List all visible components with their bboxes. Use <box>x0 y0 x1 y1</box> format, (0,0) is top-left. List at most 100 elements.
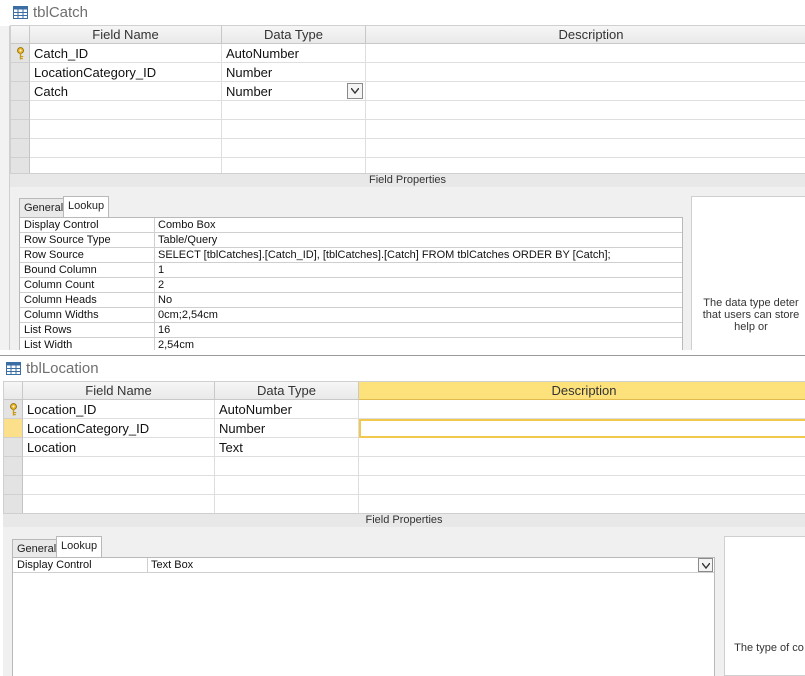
data-type-cell[interactable] <box>215 457 359 476</box>
property-value[interactable]: Table/Query <box>155 233 682 248</box>
field-row[interactable]: Catch_ID AutoNumber <box>11 44 805 63</box>
description-input[interactable] <box>359 419 805 438</box>
description-cell[interactable] <box>366 63 805 82</box>
tab-general[interactable]: General <box>19 198 69 217</box>
empty-field-row[interactable] <box>4 476 805 495</box>
field-name-cell[interactable]: Catch <box>30 82 222 101</box>
empty-field-row[interactable] <box>11 120 805 139</box>
field-row-current[interactable]: LocationCategory_ID Number <box>4 419 805 438</box>
header-data-type[interactable]: Data Type <box>222 26 366 44</box>
property-value[interactable]: 0cm;2,54cm <box>155 308 682 323</box>
description-cell[interactable] <box>359 400 805 419</box>
property-label: Column Count <box>20 278 155 293</box>
property-value[interactable]: 2,54cm <box>155 338 682 350</box>
property-value[interactable]: SELECT [tblCatches].[Catch_ID], [tblCatc… <box>155 248 682 263</box>
row-selector[interactable] <box>4 457 23 476</box>
description-cell[interactable] <box>359 438 805 457</box>
property-row[interactable]: Column Widths 0cm;2,54cm <box>20 308 682 323</box>
header-field-name[interactable]: Field Name <box>30 26 222 44</box>
property-row[interactable]: Column Count 2 <box>20 278 682 293</box>
tab-lookup[interactable]: Lookup <box>56 536 103 557</box>
description-cell[interactable] <box>366 44 805 63</box>
property-value[interactable]: 2 <box>155 278 682 293</box>
field-name-cell[interactable] <box>23 495 215 514</box>
header-description[interactable]: Description <box>366 26 805 44</box>
property-value[interactable]: No <box>155 293 682 308</box>
window-titlebar: tblLocation <box>0 356 805 382</box>
field-name-cell[interactable]: LocationCategory_ID <box>30 63 222 82</box>
field-name-cell[interactable]: Location <box>23 438 215 457</box>
data-type-dropdown-button[interactable] <box>347 83 363 99</box>
empty-field-row[interactable] <box>4 457 805 476</box>
tab-general[interactable]: General <box>12 539 62 558</box>
row-selector[interactable] <box>11 63 30 82</box>
field-row[interactable]: Location_ID AutoNumber <box>4 400 805 419</box>
field-grid: Field Name Data Type Description Catch_I… <box>10 25 805 177</box>
row-selector[interactable] <box>11 120 30 139</box>
row-selector[interactable] <box>4 495 23 514</box>
help-panel: The type of co <box>724 536 805 676</box>
lookup-properties-table: Display Control Text Box <box>12 557 715 676</box>
row-selector-current[interactable] <box>4 419 23 438</box>
row-selector[interactable] <box>11 44 30 63</box>
empty-field-row[interactable] <box>4 495 805 514</box>
description-cell[interactable] <box>366 82 805 101</box>
field-properties-bar: Field Properties <box>10 173 805 187</box>
property-value[interactable]: 1 <box>155 263 682 278</box>
data-type-cell[interactable] <box>222 139 366 158</box>
field-name-cell[interactable] <box>30 101 222 120</box>
data-type-cell[interactable]: AutoNumber <box>222 44 366 63</box>
property-row[interactable]: List Rows 16 <box>20 323 682 338</box>
select-all-corner[interactable] <box>11 26 30 44</box>
field-row[interactable]: Location Text <box>4 438 805 457</box>
field-row[interactable]: LocationCategory_ID Number <box>11 63 805 82</box>
select-all-corner[interactable] <box>4 382 23 400</box>
property-row[interactable]: Row Source Type Table/Query <box>20 233 682 248</box>
property-value[interactable]: Text Box <box>148 558 714 573</box>
property-row[interactable]: Row Source SELECT [tblCatches].[Catch_ID]… <box>20 248 682 263</box>
empty-field-row[interactable] <box>11 139 805 158</box>
field-properties-bar: Field Properties <box>3 513 805 527</box>
data-type-cell[interactable]: AutoNumber <box>215 400 359 419</box>
data-type-cell[interactable]: Number <box>222 82 366 101</box>
property-row[interactable]: Column Heads No <box>20 293 682 308</box>
data-type-cell[interactable] <box>222 101 366 120</box>
field-name-cell[interactable] <box>23 457 215 476</box>
display-control-dropdown-button[interactable] <box>698 558 713 572</box>
row-selector[interactable] <box>4 476 23 495</box>
property-row[interactable]: Bound Column 1 <box>20 263 682 278</box>
data-type-cell[interactable] <box>222 120 366 139</box>
row-selector[interactable] <box>4 438 23 457</box>
field-row[interactable]: Catch Number <box>11 82 805 101</box>
row-selector[interactable] <box>4 400 23 419</box>
field-name-cell[interactable] <box>30 120 222 139</box>
property-row[interactable]: List Width 2,54cm <box>20 338 682 350</box>
grid-header: Field Name Data Type Description <box>11 25 805 44</box>
header-data-type[interactable]: Data Type <box>215 382 359 400</box>
header-description[interactable]: Description <box>359 382 805 400</box>
tab-lookup[interactable]: Lookup <box>63 196 110 217</box>
empty-field-row[interactable] <box>11 101 805 120</box>
data-type-cell[interactable]: Number <box>222 63 366 82</box>
data-type-cell[interactable] <box>215 476 359 495</box>
data-type-cell[interactable]: Number <box>215 419 359 438</box>
field-name-cell[interactable] <box>30 139 222 158</box>
data-type-cell[interactable] <box>215 495 359 514</box>
data-type-cell[interactable]: Text <box>215 438 359 457</box>
property-row[interactable]: Display Control Combo Box <box>20 218 682 233</box>
field-name-cell[interactable]: LocationCategory_ID <box>23 419 215 438</box>
row-selector[interactable] <box>11 101 30 120</box>
field-name-cell[interactable] <box>23 476 215 495</box>
field-name-cell[interactable]: Location_ID <box>23 400 215 419</box>
header-field-name[interactable]: Field Name <box>23 382 215 400</box>
field-properties-area: General Lookup Display Control Combo Box … <box>10 187 805 350</box>
left-strip <box>0 26 10 350</box>
tblcatch-design-window: tblCatch Field Name Data Type Descriptio… <box>0 0 805 350</box>
table-icon <box>6 362 21 375</box>
row-selector[interactable] <box>11 139 30 158</box>
row-selector[interactable] <box>11 82 30 101</box>
field-name-cell[interactable]: Catch_ID <box>30 44 222 63</box>
property-value[interactable]: 16 <box>155 323 682 338</box>
property-row[interactable]: Display Control Text Box <box>13 558 714 573</box>
property-value[interactable]: Combo Box <box>155 218 682 233</box>
